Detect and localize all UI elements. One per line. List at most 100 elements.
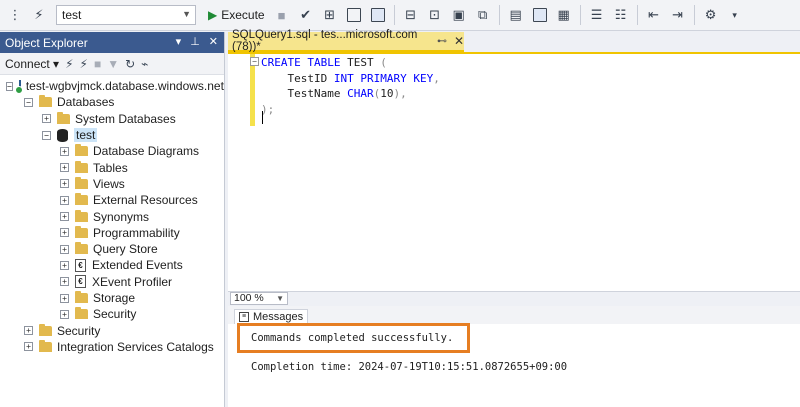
results-file-icon[interactable]: ▦ bbox=[553, 4, 575, 26]
folder-icon bbox=[75, 144, 88, 157]
estimated-plan-icon[interactable]: ⊞ bbox=[319, 4, 341, 26]
highlight-annotation-box bbox=[237, 323, 470, 353]
comment-icon[interactable]: ☰ bbox=[586, 4, 608, 26]
chevron-down-icon: ▼ bbox=[182, 9, 191, 19]
expand-icon[interactable]: + bbox=[60, 309, 69, 319]
collapse-icon[interactable]: − bbox=[6, 81, 13, 91]
tree-node[interactable]: + Views bbox=[0, 176, 224, 192]
tree-node[interactable]: + Database Diagrams bbox=[0, 143, 224, 159]
object-explorer-tree: − test-wgbvjmck.database.windows.net ( − Da… bbox=[0, 75, 231, 355]
sql-code[interactable]: CREATE TABLE TEST ( TestID INT PRIMARY K… bbox=[261, 55, 440, 117]
tree-node[interactable]: + Tables bbox=[0, 159, 224, 175]
toolbar-options-chevron-icon[interactable]: ▾ bbox=[724, 4, 746, 26]
tree-node[interactable]: + € Extended Events bbox=[0, 257, 224, 273]
pin-icon[interactable]: ⊷ bbox=[437, 36, 447, 47]
execute-button[interactable]: ▶ Execute bbox=[204, 4, 269, 26]
main-toolbar: ⋮ ⚡ test ▼ ▶ Execute ■ ✔ ⊞ ⊟ ⊡ ▣ ⧉ ▤ ▦ ☰… bbox=[0, 0, 800, 31]
tree-node[interactable]: + Synonyms bbox=[0, 208, 224, 224]
tree-node-label: Synonyms bbox=[93, 209, 150, 224]
increase-indent-icon[interactable]: ⇥ bbox=[667, 4, 689, 26]
expand-icon[interactable]: + bbox=[42, 114, 51, 124]
play-icon: ▶ bbox=[208, 8, 218, 22]
tree-node[interactable]: + Storage bbox=[0, 290, 224, 306]
events-icon: € bbox=[75, 258, 86, 272]
tree-node[interactable]: + Security bbox=[0, 322, 224, 338]
tree-node-label: test bbox=[74, 128, 98, 143]
tree-node-label: Integration Services Catalogs bbox=[57, 339, 214, 354]
intellisense-icon[interactable] bbox=[367, 4, 389, 26]
document-tabstrip: SQLQuery1.sql - tes...microsoft.com (78)… bbox=[226, 29, 800, 53]
tree-node[interactable]: − Databases bbox=[0, 94, 224, 110]
expand-icon[interactable]: + bbox=[60, 212, 69, 222]
available-databases-select[interactable]: test ▼ bbox=[56, 5, 196, 25]
expand-icon[interactable]: + bbox=[60, 260, 69, 270]
expand-icon[interactable]: + bbox=[60, 293, 69, 303]
refresh-icon[interactable]: ↻ bbox=[125, 57, 135, 71]
tree-node[interactable]: + Security bbox=[0, 306, 224, 322]
expand-icon[interactable]: + bbox=[60, 163, 69, 173]
tree-node[interactable]: + Query Store bbox=[0, 241, 224, 257]
tab-sqlquery1[interactable]: SQLQuery1.sql - tes...microsoft.com (78)… bbox=[228, 29, 464, 53]
tree-node-label: test-wgbvjmck.database.windows.net ( bbox=[25, 79, 232, 94]
line-gutter bbox=[228, 54, 250, 291]
tree-node[interactable]: − test-wgbvjmck.database.windows.net ( bbox=[0, 78, 231, 94]
change-connection-icon[interactable]: ⚡ bbox=[28, 4, 50, 26]
results-pane: ≡ Messages Commands completed successful… bbox=[228, 306, 800, 407]
collapse-icon[interactable]: − bbox=[24, 97, 33, 107]
pin-icon[interactable]: ⊥ bbox=[190, 35, 200, 48]
tree-node-label: Views bbox=[93, 176, 125, 191]
specify-values-icon[interactable]: ⚙ bbox=[700, 4, 722, 26]
live-stats-icon[interactable]: ⊡ bbox=[424, 4, 446, 26]
tree-node[interactable]: − test bbox=[0, 127, 224, 143]
tab-title: SQLQuery1.sql - tes...microsoft.com (78)… bbox=[232, 29, 418, 53]
folder-icon bbox=[75, 176, 88, 189]
tree-node-label: Database Diagrams bbox=[93, 144, 200, 159]
expand-icon[interactable]: + bbox=[24, 342, 33, 352]
expand-icon[interactable]: + bbox=[60, 228, 69, 238]
tree-node[interactable]: + € XEvent Profiler bbox=[0, 274, 224, 290]
collapse-icon[interactable]: − bbox=[42, 130, 51, 140]
tree-node-label: Tables bbox=[93, 160, 128, 175]
window-position-icon[interactable]: ▾ bbox=[176, 35, 182, 48]
object-explorer-toolbar: Connect ▾ ⚡ ⚡ ■ ▼ ↻ ⌁ bbox=[0, 53, 224, 75]
expand-icon[interactable]: + bbox=[60, 146, 69, 156]
results-to-grid-icon[interactable] bbox=[529, 4, 551, 26]
tree-node-label: System Databases bbox=[75, 111, 176, 126]
zoom-select[interactable]: 100 % ▼ bbox=[230, 292, 288, 305]
toolbar-overflow-icon[interactable]: ⋮ bbox=[4, 4, 26, 26]
tab-messages[interactable]: ≡ Messages bbox=[234, 309, 309, 324]
client-stats-icon[interactable]: ▣ bbox=[448, 4, 470, 26]
folder-icon bbox=[75, 160, 88, 173]
expand-icon[interactable]: + bbox=[60, 244, 69, 254]
expand-icon[interactable]: + bbox=[24, 326, 33, 336]
expand-icon[interactable]: + bbox=[60, 179, 69, 189]
query-options-icon[interactable] bbox=[343, 4, 365, 26]
tree-node[interactable]: + External Resources bbox=[0, 192, 224, 208]
object-explorer-panel: Object Explorer ▾ ⊥ ✕ Connect ▾ ⚡ ⚡ ■ ▼ … bbox=[0, 32, 231, 407]
tree-node-label: External Resources bbox=[93, 193, 198, 208]
stop-icon[interactable]: ■ bbox=[271, 4, 293, 26]
close-icon[interactable]: ✕ bbox=[454, 34, 464, 48]
tree-node[interactable]: + Programmability bbox=[0, 225, 224, 241]
expand-icon[interactable]: + bbox=[60, 195, 69, 205]
activity-monitor-icon[interactable]: ⌁ bbox=[141, 57, 148, 71]
folder-icon bbox=[75, 242, 88, 255]
connect-button[interactable]: Connect ▾ bbox=[5, 57, 59, 71]
expand-icon[interactable]: + bbox=[60, 277, 69, 287]
parse-check-icon[interactable]: ✔ bbox=[295, 4, 317, 26]
uncomment-icon[interactable]: ☷ bbox=[610, 4, 632, 26]
tree-node[interactable]: + System Databases bbox=[0, 111, 224, 127]
query-editor[interactable]: − CREATE TABLE TEST ( TestID INT PRIMARY… bbox=[228, 52, 800, 291]
results-to-file-icon[interactable]: ⧉ bbox=[472, 4, 494, 26]
actual-plan-icon[interactable]: ⊟ bbox=[400, 4, 422, 26]
close-icon[interactable]: ✕ bbox=[209, 35, 218, 48]
text-cursor bbox=[262, 111, 263, 124]
tree-node-label: Databases bbox=[57, 95, 115, 110]
results-to-text-icon[interactable]: ▤ bbox=[505, 4, 527, 26]
decrease-indent-icon[interactable]: ⇤ bbox=[643, 4, 665, 26]
connect-plug-icon[interactable]: ⚡ bbox=[65, 57, 73, 71]
disconnect-icon[interactable]: ⚡ bbox=[80, 57, 88, 71]
tree-node[interactable]: + Integration Services Catalogs bbox=[0, 339, 224, 355]
collapse-region-icon[interactable]: − bbox=[250, 57, 259, 66]
tree-node-label: Query Store bbox=[93, 242, 158, 257]
